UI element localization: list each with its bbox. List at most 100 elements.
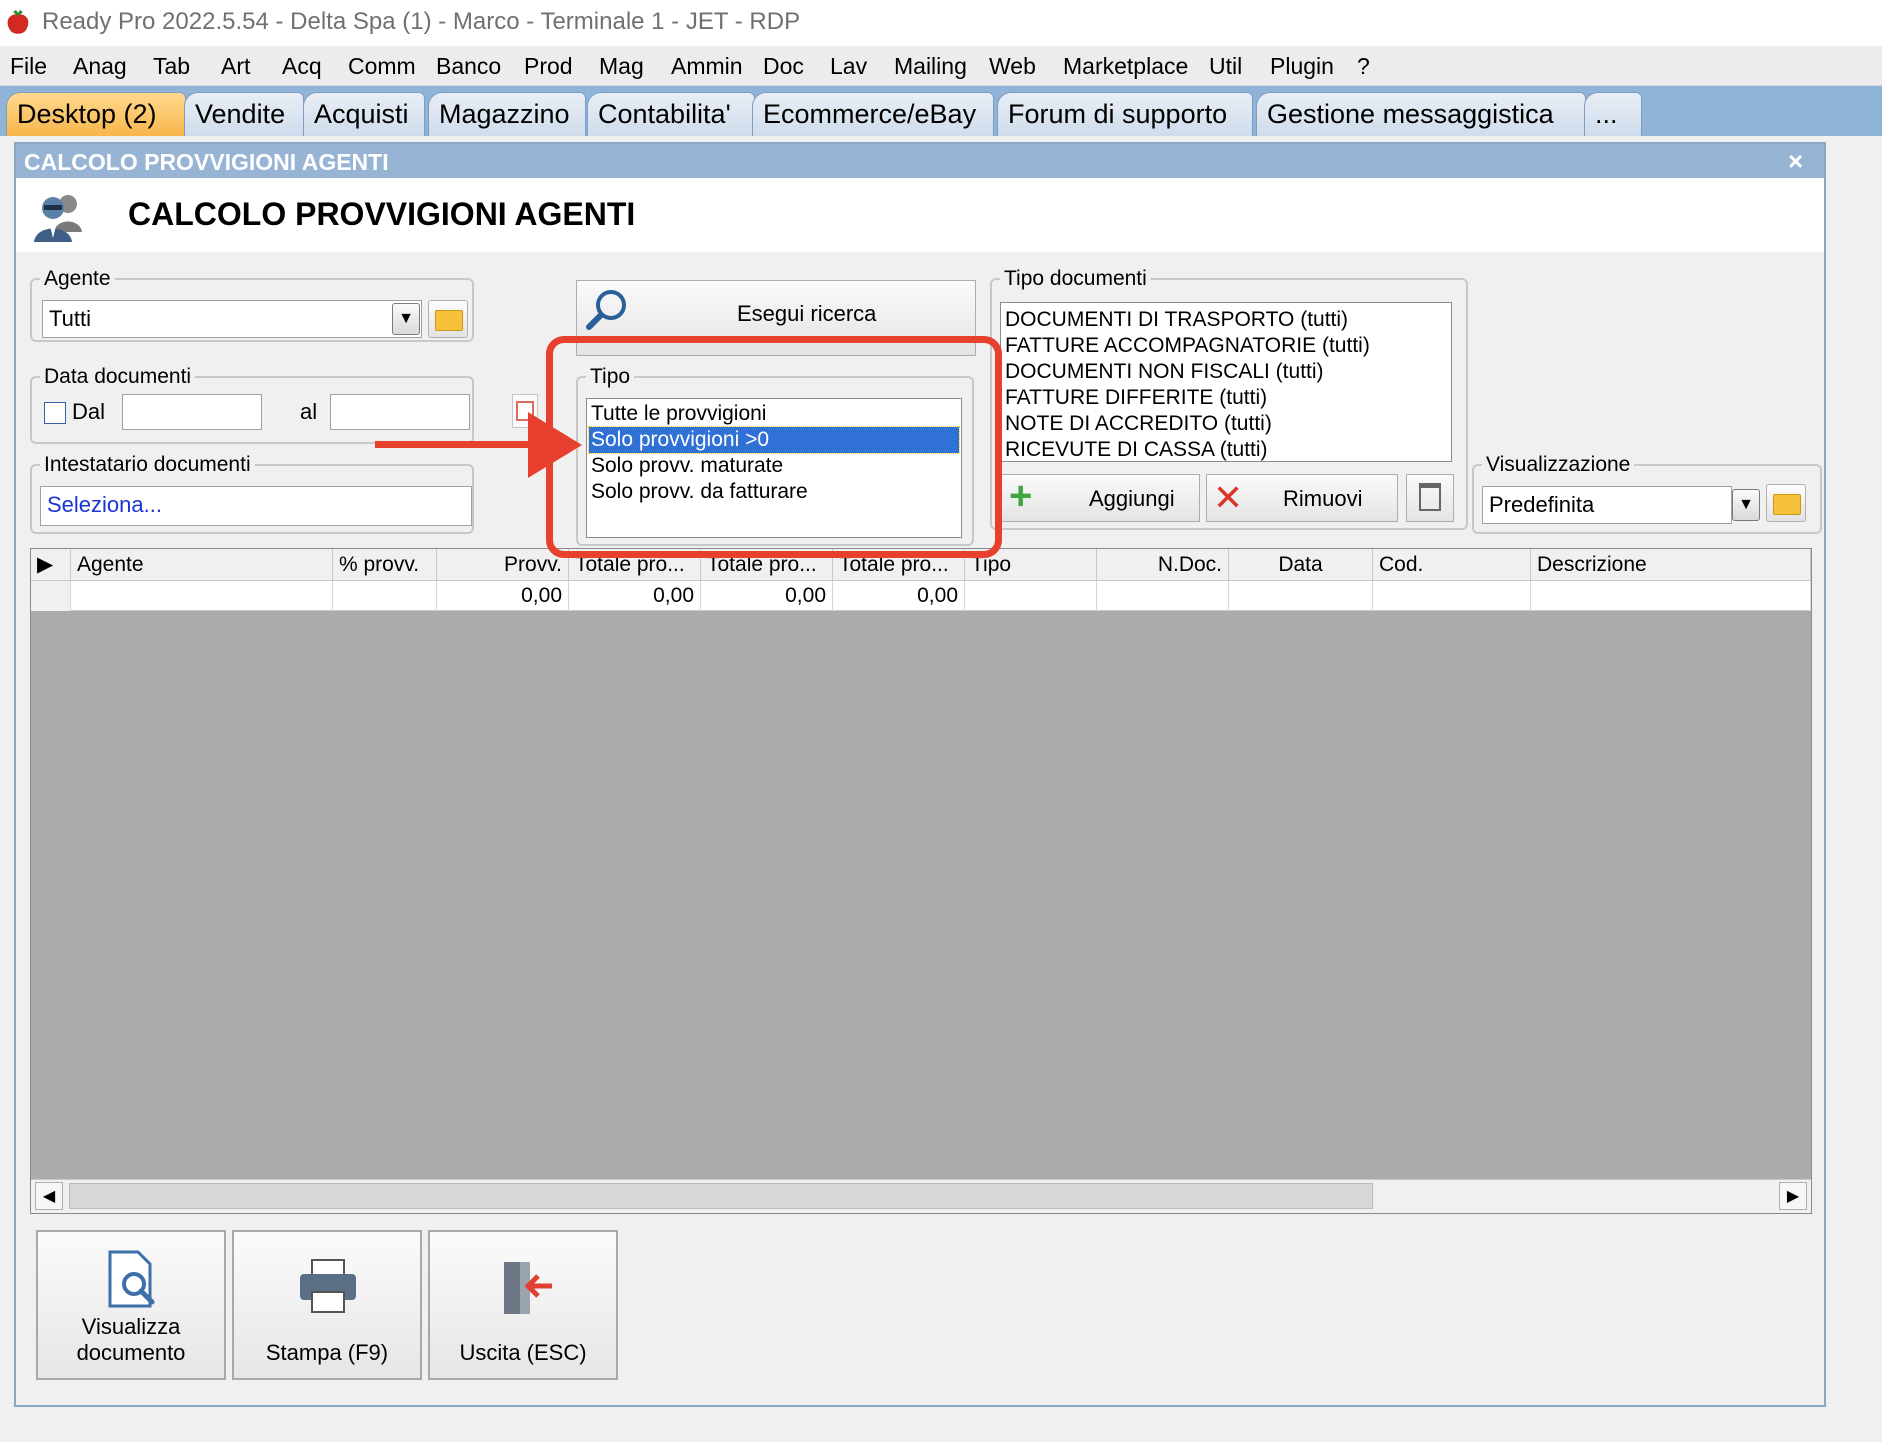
tab-desktop[interactable]: Desktop (2) <box>6 92 186 136</box>
scroll-left-icon[interactable]: ◀ <box>35 1182 63 1210</box>
tab-vendite[interactable]: Vendite <box>184 92 304 136</box>
add-button[interactable]: + Aggiungi <box>1000 474 1200 522</box>
column-header-descrizione[interactable]: Descrizione <box>1531 549 1811 581</box>
cell-provv[interactable]: 0,00 <box>437 581 569 611</box>
cell-data[interactable] <box>1229 581 1373 611</box>
menu-web[interactable]: Web <box>989 53 1036 80</box>
trash-icon <box>1419 483 1441 511</box>
trash-button[interactable] <box>1406 474 1454 522</box>
menu-acq[interactable]: Acq <box>282 53 322 80</box>
menu-ammin[interactable]: Ammin <box>671 53 743 80</box>
agente-select[interactable]: Tutti <box>42 300 422 338</box>
tab-magazzino[interactable]: Magazzino <box>428 92 586 136</box>
close-icon[interactable]: × <box>1788 146 1803 177</box>
cell-descrizione[interactable] <box>1531 581 1811 611</box>
view-document-label: Visualizza documento <box>76 1314 186 1365</box>
tab-forum[interactable]: Forum di supporto <box>997 92 1253 136</box>
cell-percent[interactable] <box>333 581 437 611</box>
exit-door-icon <box>504 1262 552 1314</box>
cell-tipo[interactable] <box>965 581 1097 611</box>
table-row[interactable]: 0,00 0,00 0,00 0,00 <box>31 581 1811 611</box>
annotation-arrow-head <box>528 412 582 478</box>
menu-doc[interactable]: Doc <box>763 53 804 80</box>
menu-mailing[interactable]: Mailing <box>894 53 967 80</box>
search-button-label: Esegui ricerca <box>737 301 877 326</box>
cell-agente[interactable] <box>71 581 333 611</box>
visualizzazione-legend: Visualizzazione <box>1486 453 1631 476</box>
window-caption: CALCOLO PROVVIGIONI AGENTI <box>24 149 389 175</box>
exit-label: Uscita (ESC) <box>459 1340 587 1365</box>
print-button[interactable]: Stampa (F9) <box>232 1230 422 1380</box>
intestatario-legend: Intestatario documenti <box>44 453 251 476</box>
view-document-button[interactable]: Visualizza documento <box>36 1230 226 1380</box>
visualizzazione-select[interactable]: Predefinita <box>1482 486 1732 524</box>
column-header-agente[interactable]: Agente <box>71 549 333 581</box>
dal-checkbox[interactable] <box>44 402 66 424</box>
cell-ndoc[interactable] <box>1097 581 1229 611</box>
page-title: CALCOLO PROVVIGIONI AGENTI <box>128 196 636 232</box>
doc-type-item[interactable]: DOCUMENTI NON FISCALI (tutti) <box>1003 359 1449 385</box>
tab-contabilita[interactable]: Contabilita' <box>587 92 755 136</box>
dal-date-input[interactable] <box>122 394 262 430</box>
al-date-input[interactable] <box>330 394 470 430</box>
column-header-percent[interactable]: % provv. <box>333 549 437 581</box>
chevron-down-icon[interactable]: ▼ <box>392 303 420 335</box>
row-indicator: ▶ <box>31 549 71 581</box>
tipo-documenti-legend: Tipo documenti <box>1004 267 1147 290</box>
folder-icon[interactable] <box>1766 484 1806 522</box>
annotation-highlight-box <box>546 336 1002 558</box>
menu-art[interactable]: Art <box>221 53 250 80</box>
horizontal-scrollbar[interactable]: ◀ ▶ <box>31 1179 1811 1213</box>
folder-icon[interactable] <box>428 300 468 338</box>
chevron-down-icon[interactable]: ▼ <box>1732 489 1760 521</box>
dal-label: Dal <box>72 399 106 424</box>
app-title-bar: Ready Pro 2022.5.54 - Delta Spa (1) - Ma… <box>0 0 1882 46</box>
cell-totale-2[interactable]: 0,00 <box>701 581 833 611</box>
menu-file[interactable]: File <box>10 53 47 80</box>
menu-tab[interactable]: Tab <box>153 53 190 80</box>
strawberry-app-icon <box>7 10 29 34</box>
row-selector[interactable] <box>31 581 71 611</box>
menu-comm[interactable]: Comm <box>348 53 416 80</box>
menu-lav[interactable]: Lav <box>830 53 867 80</box>
tipo-documenti-listbox[interactable]: DOCUMENTI DI TRASPORTO (tutti) FATTURE A… <box>1000 302 1452 462</box>
column-header-cod[interactable]: Cod. <box>1373 549 1531 581</box>
agente-legend: Agente <box>44 267 111 290</box>
intestatario-field[interactable]: Seleziona... <box>40 486 472 526</box>
remove-button[interactable]: ✕ Rimuovi <box>1206 474 1398 522</box>
menu-prod[interactable]: Prod <box>524 53 573 80</box>
menu-plugin[interactable]: Plugin <box>1270 53 1334 80</box>
cell-totale-1[interactable]: 0,00 <box>569 581 701 611</box>
remove-button-label: Rimuovi <box>1283 486 1363 511</box>
cell-cod[interactable] <box>1373 581 1531 611</box>
results-grid: ▶ Agente % provv. Provv. Totale pro... T… <box>30 548 1812 1214</box>
menu-mag[interactable]: Mag <box>599 53 644 80</box>
doc-type-item[interactable]: FATTURE DIFFERITE (tutti) <box>1003 385 1449 411</box>
column-header-ndoc[interactable]: N.Doc. <box>1097 549 1229 581</box>
menu-marketplace[interactable]: Marketplace <box>1063 53 1188 80</box>
menu-anag[interactable]: Anag <box>73 53 127 80</box>
exit-button[interactable]: Uscita (ESC) <box>428 1230 618 1380</box>
column-header-data[interactable]: Data <box>1229 549 1373 581</box>
search-icon <box>586 290 626 330</box>
tab-ecommerce[interactable]: Ecommerce/eBay <box>752 92 994 136</box>
tab-messaggistica[interactable]: Gestione messaggistica <box>1256 92 1586 136</box>
annotation-arrow <box>375 441 535 448</box>
doc-type-item[interactable]: FATTURE ACCOMPAGNATORIE (tutti) <box>1003 333 1449 359</box>
menu-util[interactable]: Util <box>1209 53 1242 80</box>
menu-help[interactable]: ? <box>1357 53 1370 80</box>
tab-bar: Desktop (2) Vendite Acquisti Magazzino C… <box>0 86 1882 136</box>
cell-totale-3[interactable]: 0,00 <box>833 581 965 611</box>
document-search-icon <box>108 1250 155 1308</box>
menu-bar: File Anag Tab Art Acq Comm Banco Prod Ma… <box>0 46 1882 86</box>
column-header-provv[interactable]: Provv. <box>437 549 569 581</box>
print-label: Stampa (F9) <box>265 1340 389 1365</box>
menu-banco[interactable]: Banco <box>436 53 501 80</box>
scrollbar-thumb[interactable] <box>69 1183 1373 1209</box>
doc-type-item[interactable]: NOTE DI ACCREDITO (tutti) <box>1003 411 1449 437</box>
scroll-right-icon[interactable]: ▶ <box>1779 1182 1807 1210</box>
tab-acquisti[interactable]: Acquisti <box>303 92 425 136</box>
doc-type-item[interactable]: RICEVUTE DI CASSA (tutti) <box>1003 437 1449 463</box>
doc-type-item[interactable]: DOCUMENTI DI TRASPORTO (tutti) <box>1003 307 1449 333</box>
tab-more[interactable]: ... <box>1584 92 1642 136</box>
